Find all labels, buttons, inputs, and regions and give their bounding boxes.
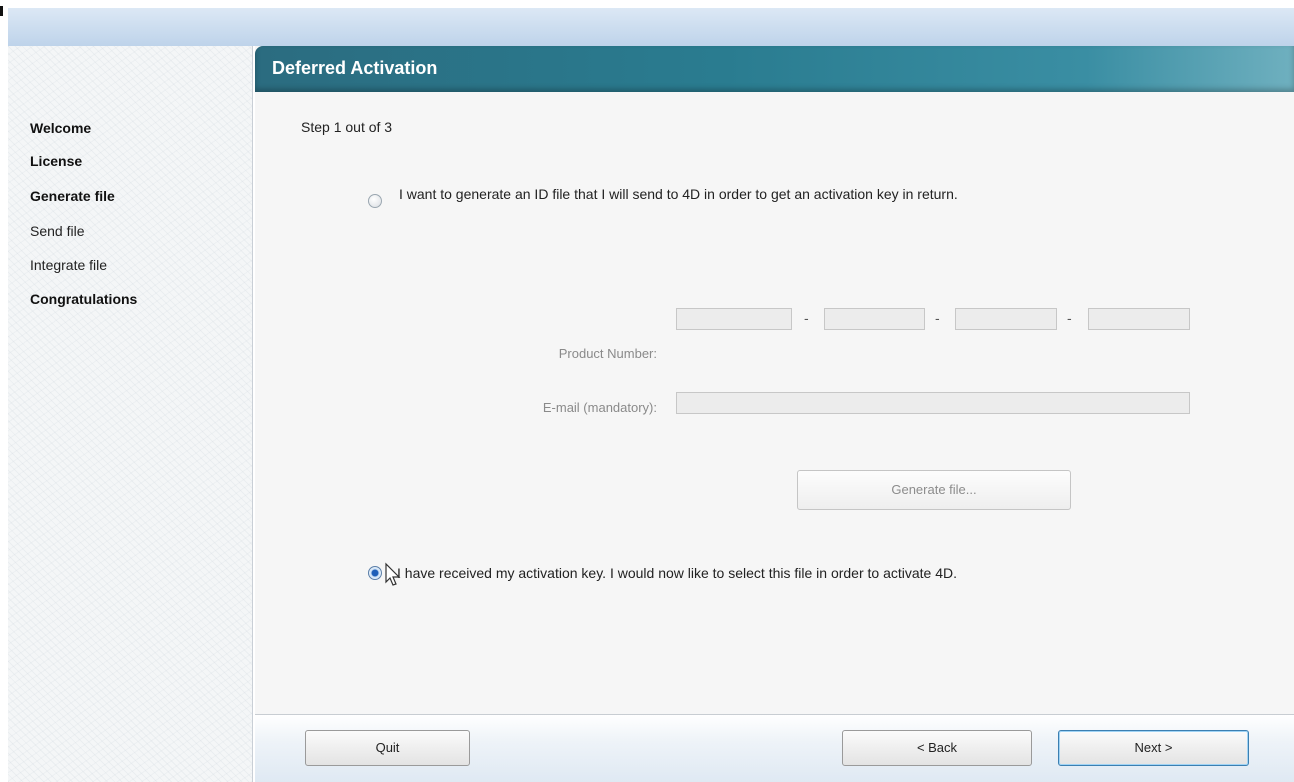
sidebar-item-welcome: Welcome [30, 120, 92, 136]
product-number-field-3[interactable] [955, 308, 1057, 330]
sidebar-item-congratulations: Congratulations [30, 291, 138, 307]
activation-key-option-label[interactable]: I have received my activation key. I wou… [397, 565, 957, 581]
email-field[interactable] [676, 392, 1190, 414]
activation-key-radio[interactable] [368, 566, 382, 580]
sidebar-item-generate-file: Generate file [30, 188, 115, 204]
product-number-field-1[interactable] [676, 308, 792, 330]
generate-file-button[interactable]: Generate file... [797, 470, 1071, 510]
sidebar-item-send-file: Send file [30, 223, 85, 239]
window-title-bar [8, 8, 1294, 46]
product-number-field-2[interactable] [824, 308, 925, 330]
sidebar-item-integrate-file: Integrate file [30, 257, 108, 273]
product-number-label: Product Number: [558, 346, 657, 361]
main-panel: Deferred Activation Step 1 out of 3 I wa… [255, 46, 1294, 782]
email-label: E-mail (mandatory): [542, 400, 657, 415]
product-number-separator: - [1067, 310, 1072, 326]
page-title: Deferred Activation [272, 58, 438, 78]
product-number-field-4[interactable] [1088, 308, 1190, 330]
sidebar-item-license: License [30, 153, 83, 169]
generate-id-radio[interactable] [368, 194, 382, 208]
generate-id-option-label[interactable]: I want to generate an ID file that I wil… [399, 186, 958, 202]
footer-bar: Quit < Back Next > [255, 715, 1294, 782]
step-indicator: Step 1 out of 3 [301, 119, 393, 135]
next-button[interactable]: Next > [1058, 730, 1249, 766]
wizard-sidebar: Welcome License Generate file Send file … [8, 46, 253, 782]
product-number-separator: - [935, 310, 940, 326]
quit-button[interactable]: Quit [305, 730, 470, 766]
product-number-separator: - [804, 310, 809, 326]
window-corner-mark [0, 6, 3, 16]
mouse-cursor-icon [385, 562, 401, 586]
page-header-bar: Deferred Activation [255, 46, 1294, 92]
back-button[interactable]: < Back [842, 730, 1032, 766]
